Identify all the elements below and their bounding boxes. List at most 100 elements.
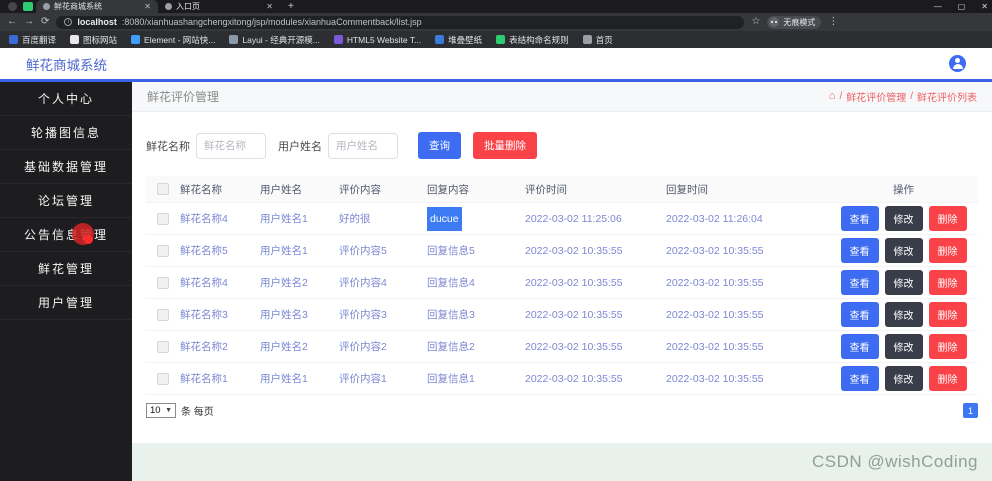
sidebar-item[interactable]: 鲜花管理 — [0, 252, 132, 286]
bookmark-item[interactable]: 堆叠壁纸 — [435, 34, 482, 46]
minimize-button[interactable]: — — [934, 2, 942, 11]
flower-name-label: 鲜花名称 — [146, 140, 190, 153]
bookmark-item[interactable]: 图标网站 — [70, 34, 117, 46]
reload-button[interactable]: ⟳ — [41, 17, 49, 27]
edit-button[interactable]: 修改 — [884, 238, 923, 263]
forward-button[interactable]: → — [24, 17, 34, 27]
sidebar-item[interactable]: 个人中心 — [0, 82, 132, 116]
view-button[interactable]: 查看 — [840, 238, 879, 263]
col-header: 回复内容 — [427, 183, 469, 196]
bookmark-item[interactable]: Layui - 经典开源模... — [229, 34, 320, 46]
view-button[interactable]: 查看 — [840, 206, 879, 231]
sidebar-item[interactable]: 公告信息管理 — [0, 218, 132, 252]
edit-button[interactable]: 修改 — [884, 366, 923, 391]
page-number-button[interactable]: 1 — [963, 403, 978, 418]
bookmark-label: Element - 网站快... — [144, 34, 216, 45]
delete-button[interactable]: 删除 — [928, 302, 967, 327]
cell-reply: 回复信息4 — [427, 277, 475, 289]
delete-button[interactable]: 删除 — [928, 270, 967, 295]
browser-menu-icon[interactable]: ⋮ — [828, 17, 838, 27]
bookmark-label: 首页 — [595, 34, 613, 45]
tab-close-icon[interactable]: ✕ — [266, 2, 273, 11]
watermark-band: CSDN @wishCoding — [132, 443, 992, 481]
per-page-label: 条 每页 — [181, 407, 214, 418]
browser-tab-current[interactable]: 鲜花商城系统 ✕ — [36, 0, 158, 13]
delete-button[interactable]: 删除 — [928, 366, 967, 391]
pinned-tab-green-icon[interactable] — [23, 2, 33, 11]
table-header-row: 鲜花名称 用户姓名 评价内容 回复内容 评价时间 回复时间 操作 — [146, 176, 978, 203]
bookmark-item[interactable]: 表结构命名规则 — [496, 34, 569, 46]
cell-comment-time: 2022-03-02 10:35:55 — [525, 340, 623, 353]
bookmark-label: HTML5 Website T... — [346, 34, 422, 45]
cell-flower-name: 鲜花名称1 — [180, 373, 228, 385]
user-name-input[interactable] — [328, 132, 398, 159]
new-tab-button[interactable]: + — [288, 1, 294, 12]
delete-button[interactable]: 删除 — [928, 334, 967, 359]
cell-reply-time: 2022-03-02 10:35:55 — [666, 308, 764, 321]
bookmark-item[interactable]: 百度翻译 — [9, 34, 56, 46]
edit-button[interactable]: 修改 — [884, 302, 923, 327]
cell-user-name: 用户姓名2 — [260, 277, 308, 289]
view-button[interactable]: 查看 — [840, 302, 879, 327]
site-info-icon[interactable]: i — [64, 18, 73, 26]
bookmark-favicon — [435, 35, 445, 44]
home-icon[interactable]: ⌂ — [829, 91, 836, 102]
col-header: 评价时间 — [525, 183, 567, 196]
edit-button[interactable]: 修改 — [884, 270, 923, 295]
sidebar-item[interactable]: 用户管理 — [0, 286, 132, 320]
page-size-value: 10 — [150, 405, 161, 416]
bookmark-item[interactable]: HTML5 Website T... — [333, 34, 422, 45]
incognito-badge: 无痕模式 — [767, 15, 822, 29]
bookmark-favicon — [9, 35, 18, 44]
pagination: 10 ▼ 条 每页 1 — [146, 403, 978, 418]
view-button[interactable]: 查看 — [840, 366, 879, 391]
view-button[interactable]: 查看 — [840, 334, 879, 359]
sidebar-item[interactable]: 基础数据管理 — [0, 150, 132, 184]
bookmark-favicon — [131, 35, 141, 44]
cell-reply-time: 2022-03-02 10:35:55 — [666, 244, 764, 257]
cell-comment: 好的很 — [339, 213, 371, 225]
back-button[interactable]: ← — [7, 17, 17, 27]
flower-name-input[interactable] — [196, 132, 266, 159]
delete-button[interactable]: 删除 — [928, 206, 967, 231]
tab-close-icon[interactable]: ✕ — [144, 2, 151, 11]
app-header: 鲜花商城系统 — [0, 48, 992, 82]
edit-button[interactable]: 修改 — [884, 206, 923, 231]
row-checkbox[interactable] — [157, 276, 169, 289]
browser-tab-strip: 鲜花商城系统 ✕ 入口页 ✕ + — ▢ ✕ — [0, 0, 992, 13]
breadcrumb: ⌂ / 鲜花评价管理 / 鲜花评价列表 — [828, 89, 977, 105]
batch-delete-button[interactable]: 批量删除 — [473, 132, 537, 159]
cell-reply: 回复信息5 — [427, 245, 475, 257]
pinned-tab-globe-icon[interactable] — [8, 2, 17, 11]
sidebar-item[interactable]: 轮播图信息 — [0, 116, 132, 150]
cell-user-name: 用户姓名1 — [260, 373, 308, 385]
view-button[interactable]: 查看 — [840, 270, 879, 295]
bookmark-label: 百度翻译 — [22, 34, 57, 45]
maximize-button[interactable]: ▢ — [958, 2, 966, 11]
page-size-select[interactable]: 10 ▼ — [146, 403, 176, 418]
table-row: 鲜花名称5 用户姓名1 评价内容5 回复信息5 2022-03-02 10:35… — [146, 235, 978, 267]
search-bar: 鲜花名称 用户姓名 查询 批量删除 — [146, 132, 978, 159]
bookmark-label: 表结构命名规则 — [509, 34, 569, 45]
sidebar-item[interactable]: 论坛管理 — [0, 184, 132, 218]
query-button[interactable]: 查询 — [418, 132, 461, 159]
address-bar[interactable]: i localhost :8080/xianhuashangchengxiton… — [56, 15, 745, 29]
bookmark-item[interactable]: Element - 网站快... — [131, 34, 215, 46]
row-checkbox[interactable] — [157, 308, 169, 321]
breadcrumb-link[interactable]: 鲜花评价管理 — [846, 89, 906, 104]
edit-button[interactable]: 修改 — [884, 334, 923, 359]
globe-favicon — [165, 3, 172, 10]
row-checkbox[interactable] — [157, 244, 169, 257]
row-checkbox[interactable] — [157, 340, 169, 353]
close-button[interactable]: ✕ — [981, 2, 988, 11]
browser-tab-entry[interactable]: 入口页 ✕ — [158, 0, 280, 13]
user-avatar[interactable] — [949, 55, 966, 72]
bookmark-item[interactable]: 首页 — [582, 34, 613, 46]
row-checkbox[interactable] — [157, 212, 169, 225]
row-checkbox[interactable] — [157, 372, 169, 385]
table-row: 鲜花名称2 用户姓名2 评价内容2 回复信息2 2022-03-02 10:35… — [146, 331, 978, 363]
url-host: localhost — [77, 17, 117, 27]
select-all-checkbox[interactable] — [157, 183, 169, 195]
bookmark-star-icon[interactable]: ☆ — [751, 17, 760, 27]
delete-button[interactable]: 删除 — [928, 238, 967, 263]
